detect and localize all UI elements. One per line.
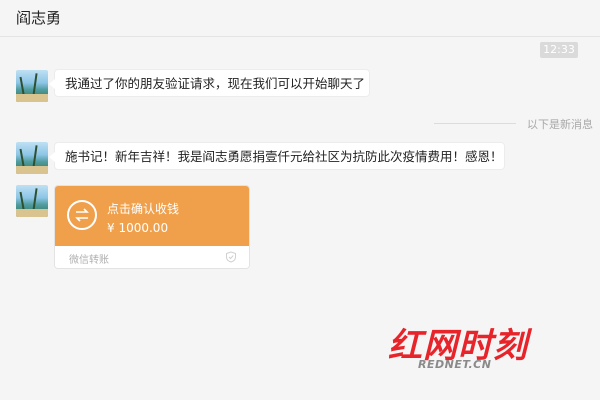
transfer-arrows-icon — [67, 200, 97, 230]
transfer-action-label: 点击确认收钱 — [107, 202, 180, 216]
timestamp-chip: 12:33 — [540, 42, 578, 58]
transfer-card[interactable]: 点击确认收钱 ¥ 1000.00 微信转账 — [54, 185, 250, 269]
chat-header: 阎志勇 — [0, 0, 600, 37]
message-bubble-1[interactable]: 我通过了你的朋友验证请求，现在我们可以开始聊天了 — [49, 69, 370, 97]
new-messages-divider — [434, 123, 516, 124]
avatar[interactable] — [16, 142, 48, 174]
new-messages-label: 以下是新消息 — [527, 118, 593, 131]
shield-icon — [226, 251, 236, 263]
watermark-domain: REDNET.CN — [418, 358, 492, 371]
message-bubble-2[interactable]: 施书记！新年吉祥！我是阎志勇愿捐壹仟元给社区为抗防此次疫情费用！感恩！ — [49, 142, 505, 170]
avatar[interactable] — [16, 70, 48, 102]
rednet-watermark: 红网时刻 REDNET.CN — [388, 318, 548, 378]
avatar[interactable] — [16, 185, 48, 217]
transfer-card-footer: 微信转账 — [55, 246, 249, 268]
message-text: 施书记！新年吉祥！我是阎志勇愿捐壹仟元给社区为抗防此次疫情费用！感恩！ — [65, 149, 503, 164]
message-text: 我通过了你的朋友验证请求，现在我们可以开始聊天了 — [65, 76, 366, 91]
transfer-card-top: 点击确认收钱 ¥ 1000.00 — [55, 186, 249, 246]
transfer-amount: ¥ 1000.00 — [107, 221, 169, 235]
chat-title: 阎志勇 — [16, 9, 62, 27]
transfer-source-label: 微信转账 — [69, 255, 109, 266]
